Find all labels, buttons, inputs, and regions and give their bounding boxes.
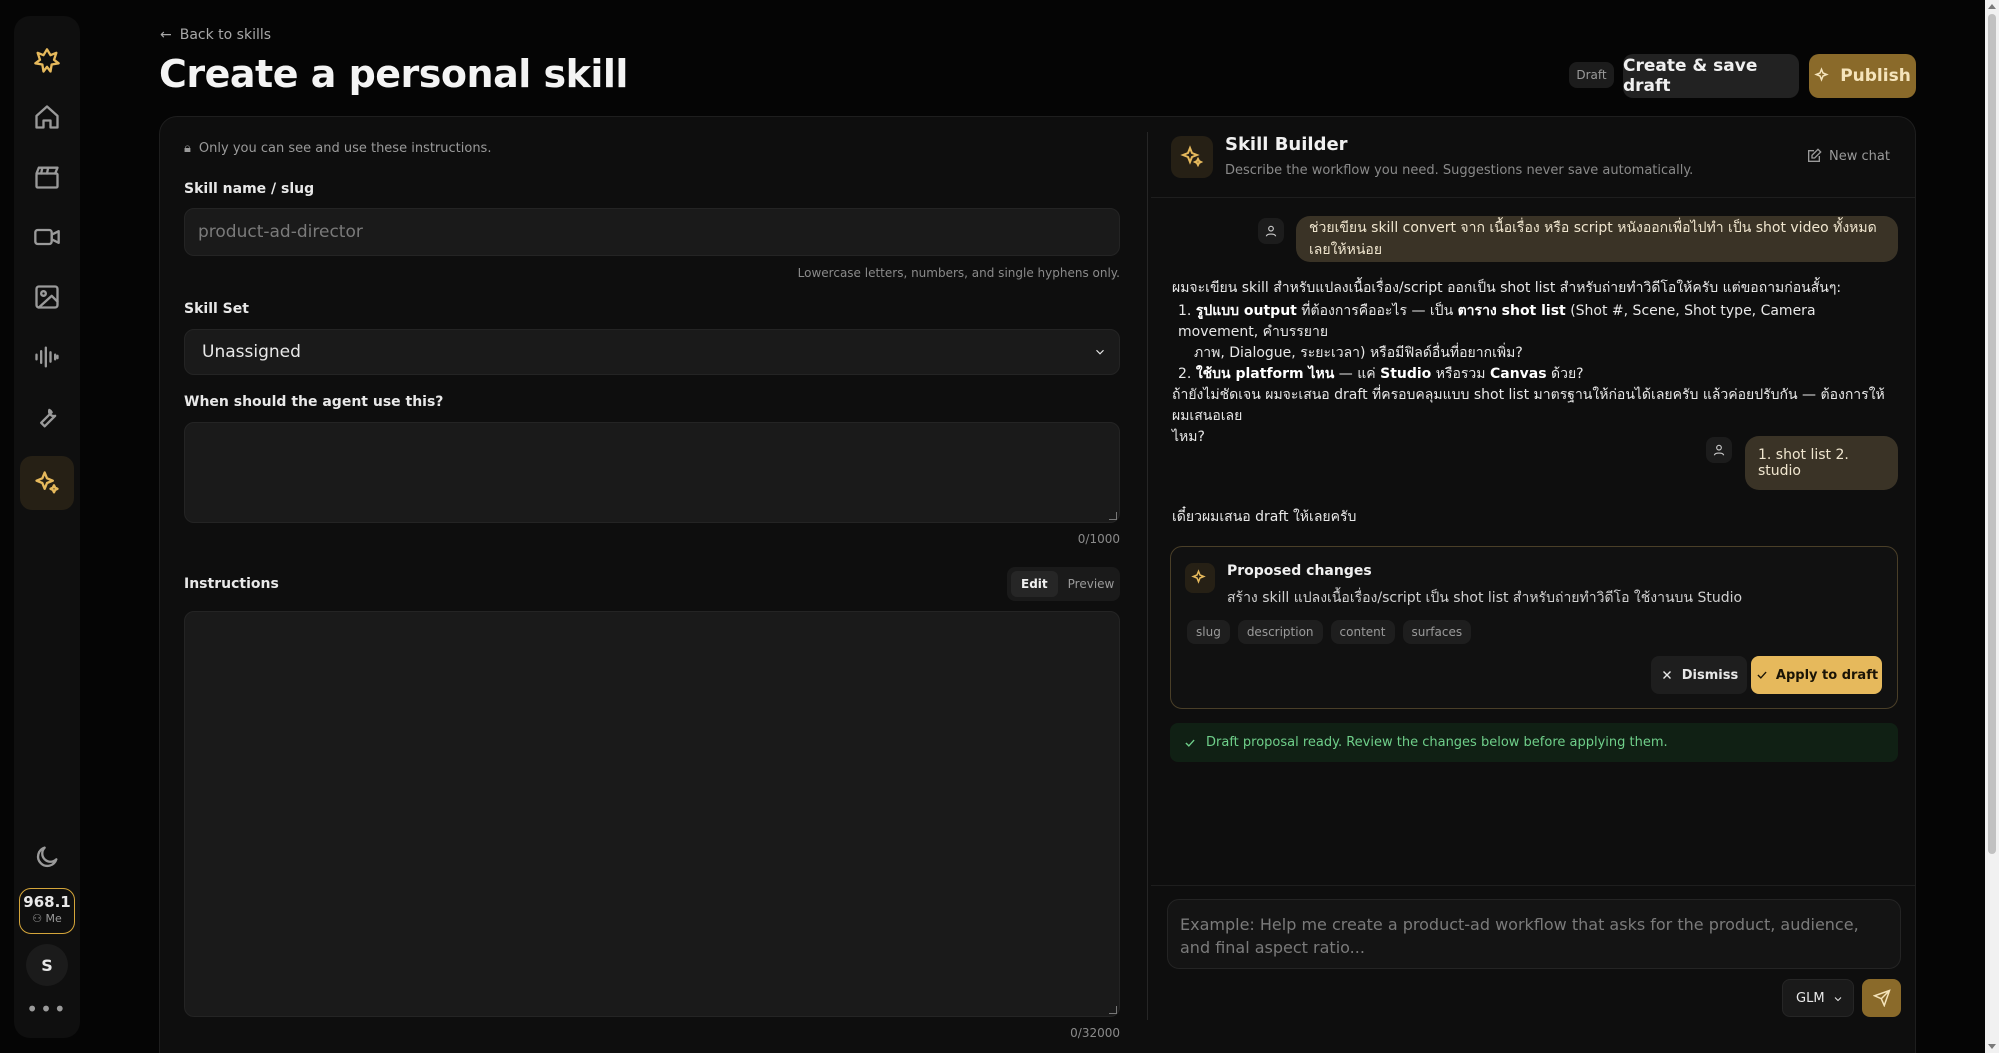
skill-name-placeholder: product-ad-director [198, 222, 363, 242]
assistant-message: เดี๋ยวผมเสนอ draft ให้เลยครับ [1172, 509, 1357, 525]
page-title: Create a personal skill [159, 52, 628, 96]
changed-fields: slug description content surfaces [1187, 620, 1472, 644]
dismiss-button[interactable]: Dismiss [1651, 656, 1747, 694]
check-icon [1185, 739, 1195, 747]
proposed-changes-card: Proposed changes สร้าง skill แปลงเนื้อเร… [1170, 546, 1898, 709]
skill-set-select[interactable]: Unassigned [184, 329, 1120, 375]
skill-set-value: Unassigned [202, 342, 301, 362]
skill-builder-subtitle: Describe the workflow you need. Suggesti… [1225, 163, 1694, 178]
user-message: 1. shot list 2. studio [1745, 436, 1898, 490]
builder-header-divider [1151, 197, 1916, 198]
audio-waveform-icon[interactable] [20, 330, 74, 384]
sparkle-icon [1814, 67, 1829, 82]
skill-builder-title: Skill Builder [1225, 134, 1348, 155]
back-to-skills-link[interactable]: ← Back to skills [160, 27, 271, 43]
skill-set-label: Skill Set [184, 301, 249, 317]
when-to-use-count: 0/1000 [1077, 532, 1120, 546]
chip-description: description [1237, 620, 1323, 644]
user-message: ช่วยเขียน skill convert จาก เนื้อเรื่อง … [1296, 216, 1898, 262]
chip-content: content [1330, 620, 1395, 644]
tab-edit[interactable]: Edit [1011, 571, 1058, 597]
avatar[interactable]: S [26, 944, 68, 986]
resize-handle-icon[interactable] [1109, 512, 1117, 520]
credits-value: 968.1 [23, 893, 71, 911]
list-item: 1. รูปแบบ output ที่ต้องการคืออะไร — เป็… [1178, 303, 1816, 340]
video-camera-icon[interactable] [20, 210, 74, 264]
logo-icon[interactable] [20, 34, 74, 88]
sidebar-rail: 968.1 ⚇ Me S ••• [14, 16, 80, 1038]
moon-icon[interactable] [20, 830, 74, 884]
skill-name-label: Skill name / slug [184, 181, 315, 197]
skill-name-input[interactable]: product-ad-director [184, 208, 1120, 256]
chip-surfaces: surfaces [1402, 620, 1472, 644]
instructions-label: Instructions [184, 576, 279, 592]
publish-button[interactable]: Publish [1809, 54, 1916, 98]
send-button[interactable] [1862, 979, 1901, 1017]
wrench-icon[interactable] [20, 390, 74, 444]
close-icon [1662, 671, 1671, 679]
clapperboard-icon[interactable] [20, 150, 74, 204]
image-icon[interactable] [20, 270, 74, 324]
chat-input-placeholder: Example: Help me create a product-ad wor… [1180, 915, 1859, 957]
status-badge: Draft [1569, 62, 1614, 88]
sparkle-icon [1185, 563, 1215, 593]
edit-icon [1808, 148, 1822, 162]
chat-input[interactable]: Example: Help me create a product-ad wor… [1167, 899, 1901, 969]
skills-sparkle-icon[interactable] [20, 456, 74, 510]
draft-proposal-status: Draft proposal ready. Review the changes… [1170, 723, 1898, 762]
chevron-down-icon [1834, 997, 1842, 1002]
home-icon[interactable] [20, 90, 74, 144]
skill-builder-sparkle-icon [1171, 136, 1213, 178]
more-menu-icon[interactable]: ••• [26, 999, 68, 1020]
instructions-count: 0/32000 [1070, 1026, 1120, 1040]
when-to-use-textarea[interactable] [184, 422, 1120, 523]
arrow-left-icon: ← [160, 27, 172, 43]
question-list: 1. รูปแบบ output ที่ต้องการคืออะไร — เป็… [1172, 301, 1892, 385]
scroll-down-arrow[interactable] [1988, 1044, 1996, 1049]
create-save-draft-button[interactable]: Create & save draft [1623, 54, 1799, 98]
user-icon [1258, 218, 1284, 244]
list-item: 2. ใช้บน platform ไหน — แค่ Studio หรือร… [1178, 366, 1584, 382]
scrollbar-thumb[interactable] [1988, 14, 1996, 854]
apply-to-draft-button[interactable]: Apply to draft [1751, 656, 1882, 694]
skill-name-hint: Lowercase letters, numbers, and single h… [797, 266, 1120, 280]
check-icon [1757, 671, 1767, 679]
chip-slug: slug [1187, 620, 1230, 644]
proposal-title: Proposed changes [1227, 563, 1372, 579]
new-chat-button[interactable]: New chat [1806, 148, 1890, 164]
privacy-note: 🔒︎ Only you can see and use these instru… [184, 141, 492, 156]
when-to-use-label: When should the agent use this? [184, 394, 444, 410]
tab-preview[interactable]: Preview [1058, 571, 1125, 597]
scroll-up-arrow[interactable] [1988, 4, 1996, 9]
send-icon [1872, 989, 1891, 1007]
credits-owner-label: ⚇ Me [32, 912, 62, 925]
panel-divider [1147, 132, 1148, 1020]
model-select[interactable]: GLM [1782, 979, 1854, 1017]
resize-handle-icon[interactable] [1109, 1006, 1117, 1014]
assistant-message: ผมจะเขียน skill สำหรับแปลงเนื้อเรื่อง/sc… [1172, 278, 1892, 448]
user-icon [1706, 437, 1732, 463]
instructions-tabs: Edit Preview [1007, 567, 1120, 601]
composer-divider [1151, 885, 1916, 886]
credits-badge[interactable]: 968.1 ⚇ Me [19, 888, 75, 934]
page-scrollbar[interactable] [1985, 0, 1999, 1053]
proposal-description: สร้าง skill แปลงเนื้อเรื่อง/script เป็น … [1227, 590, 1743, 606]
lock-icon: 🔒︎ [184, 141, 191, 156]
chevron-down-icon [1096, 349, 1104, 355]
instructions-textarea[interactable] [184, 611, 1120, 1017]
